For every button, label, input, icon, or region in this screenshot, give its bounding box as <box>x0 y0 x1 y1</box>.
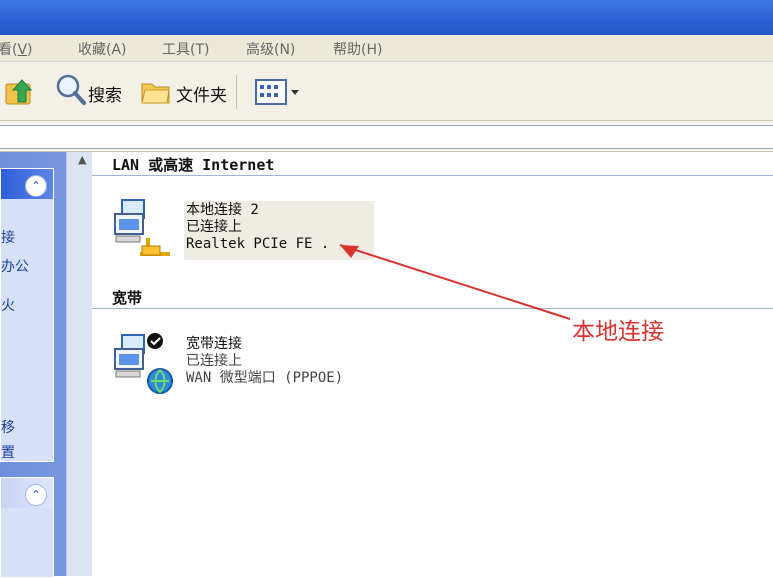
annotation-label: 本地连接 <box>572 319 664 345</box>
broadband-connection-status: 已连接上 <box>186 353 242 369</box>
annotation-arrow <box>339 244 571 320</box>
menu-favorites[interactable]: 收藏(A) <box>78 39 127 59</box>
broadband-connection-device: WAN 微型端口 (PPPOE) <box>186 370 344 386</box>
menu-help[interactable]: 帮助(H) <box>333 39 382 59</box>
broadband-connection-icon[interactable] <box>112 331 184 403</box>
search-label[interactable]: 搜索 <box>88 81 122 106</box>
menu-view[interactable]: 看(V) <box>0 39 33 59</box>
other-places-pane: ⌃ <box>0 477 54 578</box>
group-divider-lan <box>92 175 773 176</box>
address-input[interactable] <box>0 125 773 149</box>
pane-divider <box>66 152 93 576</box>
menu-advanced[interactable]: 高级(N) <box>246 39 295 59</box>
address-bar <box>0 121 773 152</box>
network-connection-icon[interactable] <box>112 196 184 268</box>
local-connection-status: 已连接上 <box>186 219 242 235</box>
task-item-5[interactable]: 置 <box>1 442 15 462</box>
scroll-up-icon[interactable]: ▲ <box>78 153 86 166</box>
network-tasks-header[interactable]: ⌃ <box>1 169 53 199</box>
task-item-1[interactable]: 接 <box>1 227 15 247</box>
task-item-4[interactable]: 移 <box>1 417 15 437</box>
menu-tools[interactable]: 工具(T) <box>162 39 209 59</box>
menu-bar: 看(V) 收藏(A) 工具(T) 高级(N) 帮助(H) <box>0 35 773 62</box>
toolbar-separator <box>236 75 237 109</box>
broadband-connection-name[interactable]: 宽带连接 <box>186 336 242 353</box>
folders-label[interactable]: 文件夹 <box>176 81 227 106</box>
title-bar <box>0 0 773 37</box>
collapse-icon[interactable]: ⌃ <box>25 484 47 506</box>
task-item-3[interactable]: 火 <box>1 295 15 315</box>
group-header-broadband: 宽带 <box>112 289 143 307</box>
other-places-header[interactable]: ⌃ <box>1 478 53 508</box>
folders-icon[interactable] <box>140 77 172 109</box>
network-tasks-pane: ⌃ 接 办公 火 移 置 <box>0 168 54 462</box>
views-icon[interactable] <box>255 79 301 111</box>
search-icon[interactable] <box>54 72 88 112</box>
local-connection-device: Realtek PCIe FE . <box>186 236 330 252</box>
folder-up-icon[interactable] <box>4 74 36 112</box>
task-item-2[interactable]: 办公 <box>1 256 29 276</box>
toolbar: 搜索 文件夹 <box>0 62 773 121</box>
collapse-icon[interactable]: ⌃ <box>25 175 47 197</box>
group-header-lan: LAN 或高速 Internet <box>112 156 275 174</box>
local-connection-name[interactable]: 本地连接 2 <box>186 202 259 219</box>
